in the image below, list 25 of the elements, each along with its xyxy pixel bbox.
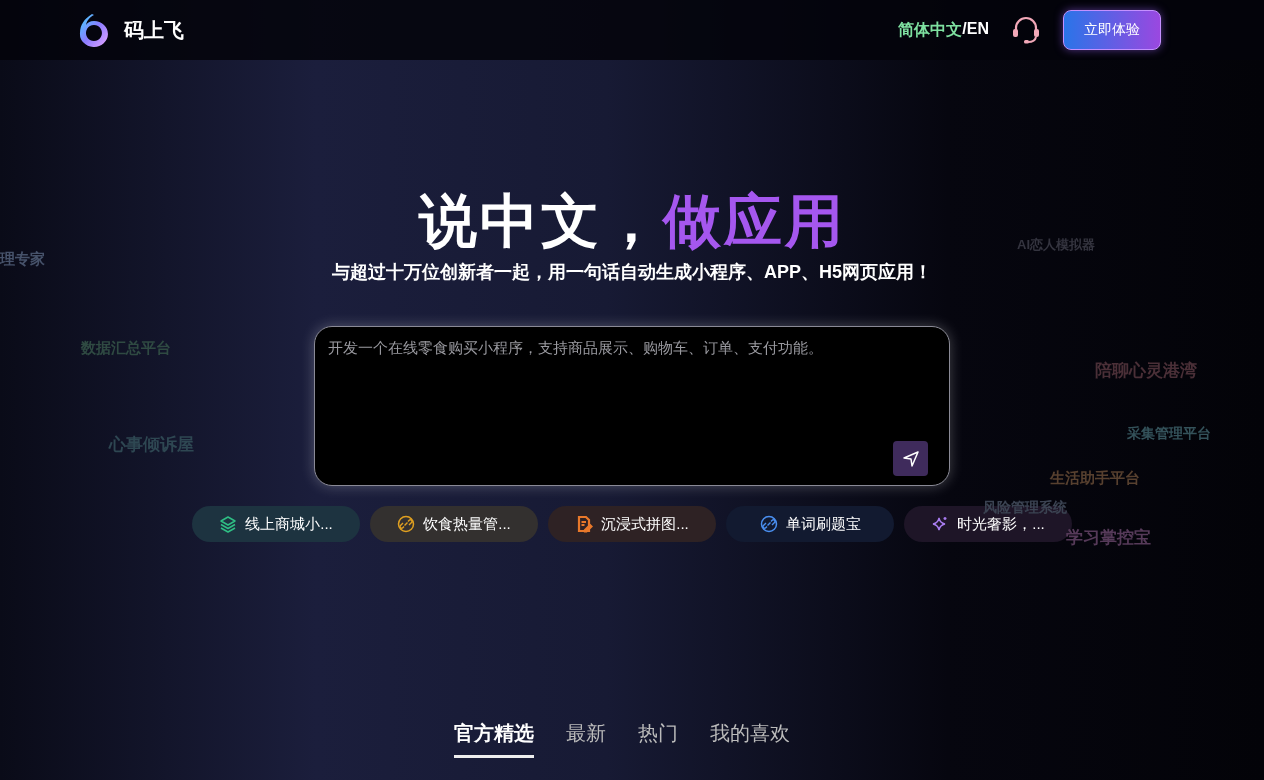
category-tab[interactable]: 最新 xyxy=(566,720,606,758)
category-tab[interactable]: 我的喜欢 xyxy=(710,720,790,758)
send-icon xyxy=(901,449,920,468)
hero-title: 说中文， xyxy=(418,187,663,255)
send-button[interactable] xyxy=(893,441,928,476)
suggestion-chip[interactable]: 单词刷题宝 xyxy=(726,506,894,542)
app-name: 采集管理平台 xyxy=(1127,425,1211,443)
hero-title-highlight: 做应用 xyxy=(662,187,846,255)
app-name: 理专家 xyxy=(0,250,45,269)
headset-icon[interactable] xyxy=(1011,16,1041,44)
category-tab[interactable]: 官方精选 xyxy=(454,720,534,758)
hero-subtitle: 与超过十万位创新者一起，用一句话自动生成小程序、APP、H5网页应用！ xyxy=(332,261,932,284)
language-option[interactable]: 简体中文 xyxy=(898,19,963,41)
category-tab[interactable]: 热门 xyxy=(638,720,678,758)
logo-icon xyxy=(78,13,110,47)
app-name: 生活助手平台 xyxy=(1050,469,1140,488)
try-now-button[interactable]: 立即体验 xyxy=(1063,10,1161,50)
app-name: 陪聊心灵港湾 xyxy=(1095,360,1197,382)
brand-name: 码上飞 xyxy=(124,17,184,43)
prompt-field[interactable]: 开发一个在线零食购买小程序，支持商品展示、购物车、订单、支付功能。 xyxy=(314,326,950,486)
suggestion-chip[interactable]: 线上商城小... xyxy=(192,506,360,542)
suggestion-chip[interactable]: 沉浸式拼图... xyxy=(548,506,716,542)
language-option[interactable]: EN xyxy=(966,19,989,41)
suggestion-chip[interactable]: 饮食热量管... xyxy=(370,506,538,542)
language-separator: / xyxy=(962,19,967,37)
